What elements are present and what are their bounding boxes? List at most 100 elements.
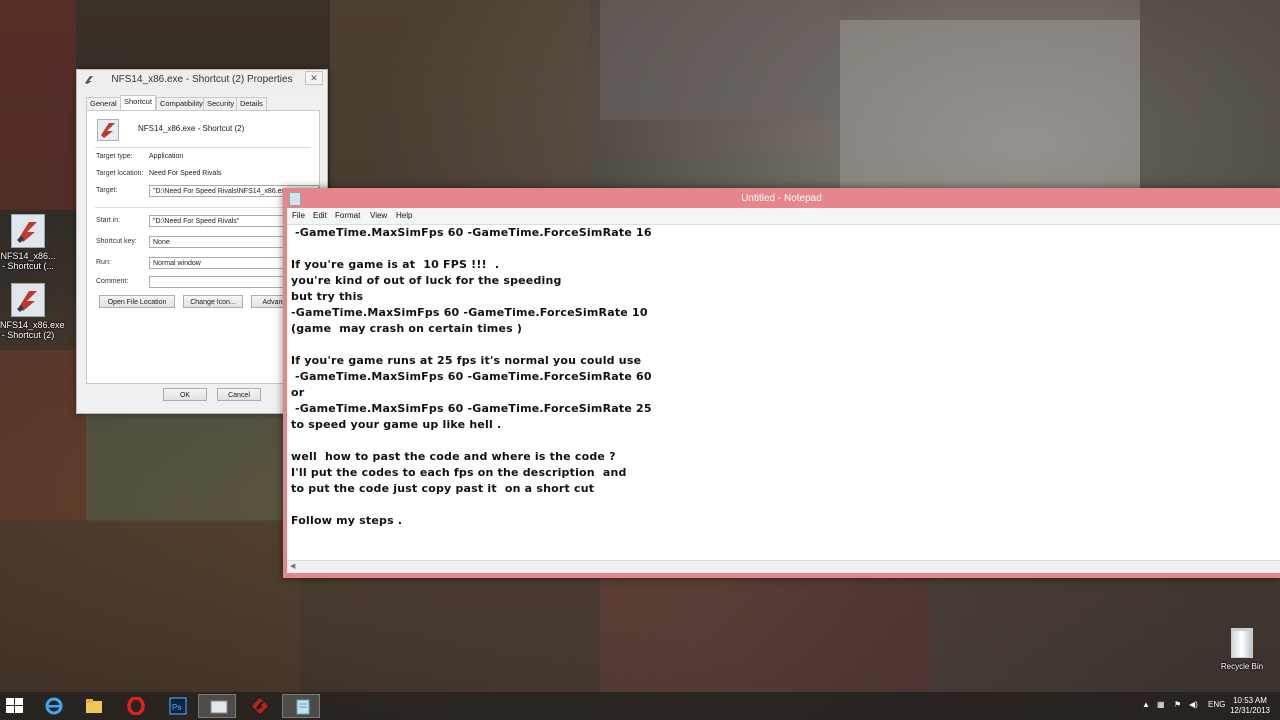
- nfs-shortcut-icon: [11, 283, 45, 317]
- text-line: If you're game runs at 25 fps it's norma…: [291, 354, 642, 367]
- taskbar-opera[interactable]: [116, 694, 154, 718]
- wallpaper-tile: [1140, 0, 1280, 190]
- target-type-value: Application: [149, 153, 184, 160]
- windows-logo-icon: [15, 706, 23, 713]
- dialog-titlebar[interactable]: NFS14_x86.exe - Shortcut (2) Properties …: [77, 70, 327, 90]
- shortcut-name: NFS14_x86.exe - Shortcut (2): [138, 124, 245, 133]
- taskbar-notepad[interactable]: [282, 694, 320, 718]
- clock-time: 10:53 AM: [1233, 696, 1267, 705]
- comment-label: Comment:: [96, 278, 129, 285]
- wallpaper-tile: [0, 0, 76, 210]
- start-button[interactable]: [6, 698, 24, 714]
- shortcut-icon: [97, 119, 119, 141]
- target-location-label: Target location:: [96, 170, 144, 177]
- menu-view[interactable]: View: [370, 211, 387, 220]
- notepad-menubar: File Edit Format View Help: [287, 208, 1280, 224]
- network-icon[interactable]: ▦: [1157, 700, 1165, 709]
- desktop-icon-nfs-shortcut-2[interactable]: NFS14_x86.exe - Shortcut (2): [0, 283, 65, 340]
- taskbar-need-for-speed[interactable]: [240, 694, 278, 718]
- desktop-icon-label: NFS14_x86.exe: [0, 320, 65, 330]
- tab-shortcut[interactable]: Shortcut: [120, 95, 156, 110]
- taskbar: Ps ▲ ▦ ⚑ ◀) ENG 10:53 AM 12/31/2013: [0, 692, 1280, 720]
- tab-security[interactable]: Security: [203, 97, 239, 110]
- text-line: (game may crash on certain times ): [291, 322, 523, 335]
- divider: [95, 207, 311, 208]
- text-line: I'll put the codes to each fps on the de…: [291, 466, 627, 479]
- scroll-left-icon[interactable]: ◀: [290, 562, 295, 570]
- text-line: you're kind of out of luck for the speed…: [291, 274, 562, 287]
- wallpaper-tile: [600, 578, 930, 692]
- dialog-close-button[interactable]: ✕: [305, 71, 323, 85]
- target-location-value: Need For Speed Rivals: [149, 170, 222, 177]
- notepad-text-area[interactable]: -GameTime.MaxSimFps 60 -GameTime.ForceSi…: [287, 224, 1280, 561]
- desktop-icon-label: - Shortcut (2): [1, 330, 55, 340]
- folder-icon: [86, 699, 102, 713]
- menu-file[interactable]: File: [292, 211, 305, 220]
- ok-button[interactable]: OK: [163, 388, 207, 401]
- wallpaper-tile: [0, 520, 300, 692]
- tab-details[interactable]: Details: [236, 97, 267, 110]
- target-label: Target:: [96, 187, 118, 194]
- start-in-label: Start in:: [96, 217, 121, 224]
- open-file-location-button[interactable]: Open File Location: [99, 295, 175, 308]
- opera-icon: [127, 697, 145, 715]
- taskbar-properties-window[interactable]: [198, 694, 236, 718]
- horizontal-scrollbar[interactable]: ◀: [287, 560, 1280, 573]
- wallpaper-tile: [330, 0, 590, 190]
- desktop-icon-label: - Shortcut (...: [1, 261, 54, 271]
- recycle-bin-label: Recycle Bin: [1220, 662, 1264, 671]
- flag-icon[interactable]: ⚑: [1174, 700, 1181, 709]
- taskbar-internet-explorer[interactable]: [34, 694, 72, 718]
- taskbar-file-explorer[interactable]: [74, 694, 112, 718]
- desktop-icon-recycle-bin[interactable]: Recycle Bin: [1216, 628, 1268, 671]
- notepad-window: Untitled - Notepad File Edit Format View…: [283, 188, 1280, 578]
- wallpaper-tile: [86, 412, 284, 522]
- nfs-app-icon: [252, 698, 268, 714]
- show-hidden-icons-icon[interactable]: ▲: [1142, 700, 1150, 709]
- change-icon-button[interactable]: Change Icon...: [183, 295, 243, 308]
- text-line: to put the code just copy past it on a s…: [291, 482, 595, 495]
- windows-logo-icon: [6, 706, 14, 713]
- taskbar-clock[interactable]: 10:53 AM 12/31/2013: [1224, 696, 1276, 716]
- wallpaper-tile: [300, 578, 600, 692]
- desktop-icon-label: NFS14_x86...: [0, 251, 56, 261]
- wallpaper-tile: [840, 20, 1140, 190]
- text-line: but try this: [291, 290, 364, 303]
- window-icon: [210, 700, 228, 714]
- notepad-icon: [296, 699, 310, 715]
- text-line: well how to past the code and where is t…: [291, 450, 616, 463]
- taskbar-photoshop[interactable]: Ps: [158, 694, 196, 718]
- text-line: to speed your game up like hell .: [291, 418, 502, 431]
- text-line: -GameTime.MaxSimFps 60 -GameTime.ForceSi…: [291, 226, 652, 239]
- target-type-label: Target type:: [96, 153, 133, 160]
- windows-logo-icon: [6, 698, 14, 705]
- menu-help[interactable]: Help: [396, 211, 412, 220]
- tab-general[interactable]: General: [86, 97, 121, 110]
- language-indicator[interactable]: ENG: [1208, 700, 1225, 709]
- notepad-titlebar[interactable]: Untitled - Notepad: [283, 188, 1280, 208]
- notepad-title: Untitled - Notepad: [741, 193, 822, 204]
- recycle-bin-icon: [1231, 628, 1253, 658]
- wallpaper-tile: [0, 350, 86, 520]
- photoshop-icon: Ps: [169, 697, 187, 715]
- text-line: If you're game is at 10 FPS !!! .: [291, 258, 500, 271]
- cancel-button[interactable]: Cancel: [217, 388, 261, 401]
- clock-date: 12/31/2013: [1229, 706, 1271, 715]
- wallpaper-tile: [600, 0, 840, 120]
- text-line: -GameTime.MaxSimFps 60 -GameTime.ForceSi…: [291, 370, 652, 383]
- desktop-icon-nfs-shortcut[interactable]: NFS14_x86... - Shortcut (...: [0, 214, 56, 271]
- windows-logo-icon: [15, 698, 23, 705]
- text-line: -GameTime.MaxSimFps 60 -GameTime.ForceSi…: [291, 306, 648, 319]
- run-label: Run:: [96, 259, 111, 266]
- shortcut-key-label: Shortcut key:: [96, 238, 137, 245]
- text-line: Follow my steps .: [291, 514, 403, 527]
- menu-format[interactable]: Format: [335, 211, 360, 220]
- divider: [95, 147, 311, 148]
- svg-text:Ps: Ps: [172, 703, 181, 712]
- nfs-shortcut-icon: [11, 214, 45, 248]
- menu-edit[interactable]: Edit: [313, 211, 327, 220]
- volume-icon[interactable]: ◀): [1189, 700, 1198, 709]
- dialog-title: NFS14_x86.exe - Shortcut (2) Properties: [111, 74, 293, 85]
- text-line: or: [291, 386, 305, 399]
- tab-compatibility[interactable]: Compatibility: [156, 97, 207, 110]
